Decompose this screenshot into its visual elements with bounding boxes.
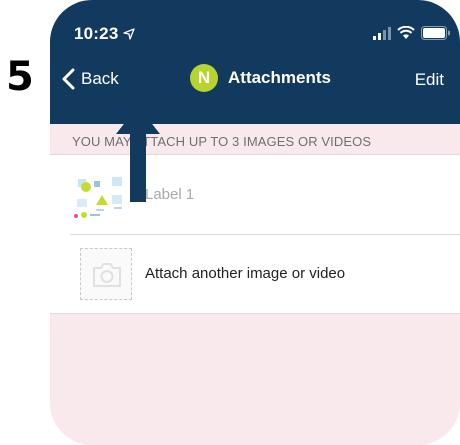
camera-icon: [93, 263, 121, 287]
placeholder-thumbnail: [80, 248, 132, 300]
attachment-item[interactable]: Label 1: [50, 155, 460, 234]
status-bar: 10:23: [50, 18, 460, 46]
wifi-icon: [397, 26, 415, 39]
phone-screen: 10:23 Back N Attachments Edit YOU MAY AT…: [50, 0, 460, 445]
attach-another-label: Attach another image or video: [145, 265, 346, 282]
navigation-bar: 10:23 Back N Attachments Edit: [50, 0, 460, 124]
page-title: Attachments: [228, 68, 331, 87]
step-number-annotation: 5: [6, 54, 34, 100]
battery-icon: [421, 26, 450, 40]
nav-row: Back N Attachments Edit: [50, 58, 460, 98]
attachments-list: Label 1 Attach another image or video: [50, 154, 460, 314]
avatar: N: [190, 64, 218, 92]
back-button[interactable]: Back: [62, 66, 119, 92]
cellular-signal-icon: [373, 27, 391, 40]
arrow-up-icon: [116, 106, 160, 202]
attach-another-item[interactable]: Attach another image or video: [50, 234, 460, 313]
chevron-left-icon: [62, 68, 75, 90]
back-label: Back: [81, 69, 119, 88]
status-time: 10:23: [74, 24, 119, 43]
title-group: N Attachments: [190, 62, 331, 94]
edit-button[interactable]: Edit: [415, 70, 444, 90]
location-arrow-icon: [123, 28, 135, 40]
